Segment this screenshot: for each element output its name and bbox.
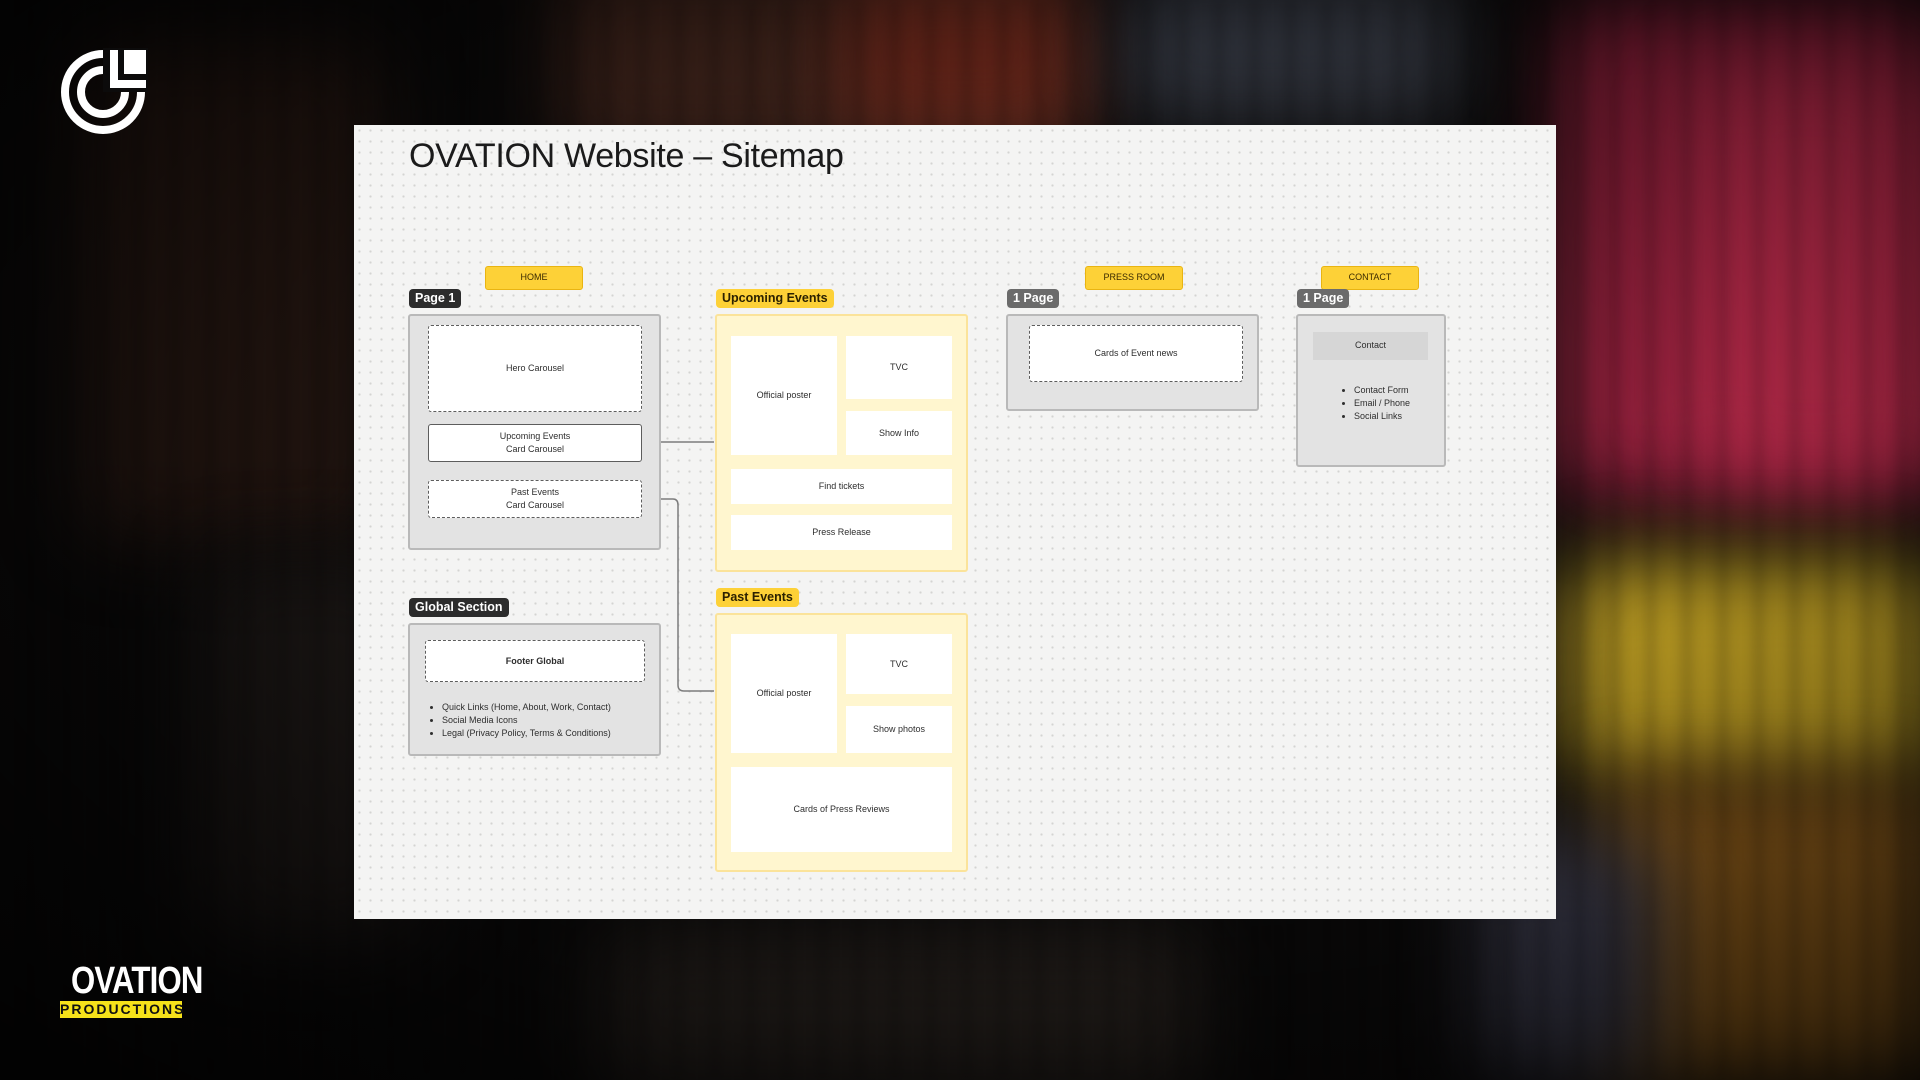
page-tag-home: Page 1 (409, 289, 462, 308)
page-tag-contact: 1 Page (1297, 289, 1350, 308)
upcoming-events-card-line2: Card Carousel (505, 444, 564, 454)
nav-chip-press-room[interactable]: PRESS ROOM (1085, 266, 1183, 290)
list-item: Social Links (1354, 410, 1437, 423)
press-release-card[interactable]: Press Release (731, 515, 952, 550)
past-events-card[interactable]: Past Events Card Carousel (428, 480, 642, 518)
list-item: Quick Links (Home, About, Work, Contact) (442, 701, 655, 714)
logo-wordmark: OVATION (70, 960, 203, 1002)
global-section-tag: Global Section (409, 598, 509, 617)
upcoming-events-tag: Upcoming Events (716, 289, 834, 308)
hero-carousel-card[interactable]: Hero Carousel (428, 325, 642, 412)
page-tag-press-room: 1 Page (1007, 289, 1060, 308)
nav-chip-contact[interactable]: CONTACT (1321, 266, 1419, 290)
show-photos-card[interactable]: Show photos (846, 706, 952, 753)
upcoming-show-info-card[interactable]: Show Info (846, 411, 952, 455)
event-news-card[interactable]: Cards of Event news (1029, 325, 1243, 382)
press-reviews-card[interactable]: Cards of Press Reviews (731, 767, 952, 852)
circular-g-logo-icon (61, 48, 148, 134)
upcoming-events-card-line1: Upcoming Events (499, 431, 571, 441)
past-official-poster-card[interactable]: Official poster (731, 634, 837, 753)
logo-subtitle: PRODUCTIONS (60, 1001, 186, 1018)
ovation-productions-logo: OVATION PRODUCTIONS (60, 960, 203, 1018)
list-item: Contact Form (1354, 384, 1437, 397)
past-events-card-line1: Past Events (510, 487, 560, 497)
global-section-list: Quick Links (Home, About, Work, Contact)… (430, 701, 655, 740)
list-item: Social Media Icons (442, 714, 655, 727)
nav-chip-home[interactable]: HOME (485, 266, 583, 290)
find-tickets-card[interactable]: Find tickets (731, 469, 952, 504)
list-item: Email / Phone (1354, 397, 1437, 410)
list-item: Legal (Privacy Policy, Terms & Condition… (442, 727, 655, 740)
upcoming-events-card[interactable]: Upcoming Events Card Carousel (428, 424, 642, 462)
past-events-card-line2: Card Carousel (505, 500, 565, 510)
upcoming-official-poster-card[interactable]: Official poster (731, 336, 837, 455)
past-events-tag: Past Events (716, 588, 799, 607)
sitemap-board: OVATION Website – Sitemap HOME Page 1 He… (354, 125, 1556, 919)
past-tvc-card[interactable]: TVC (846, 634, 952, 694)
contact-box[interactable]: Contact (1313, 332, 1428, 360)
contact-list: Contact Form Email / Phone Social Links (1342, 384, 1437, 423)
footer-global-card[interactable]: Footer Global (425, 640, 645, 682)
upcoming-tvc-card[interactable]: TVC (846, 336, 952, 399)
